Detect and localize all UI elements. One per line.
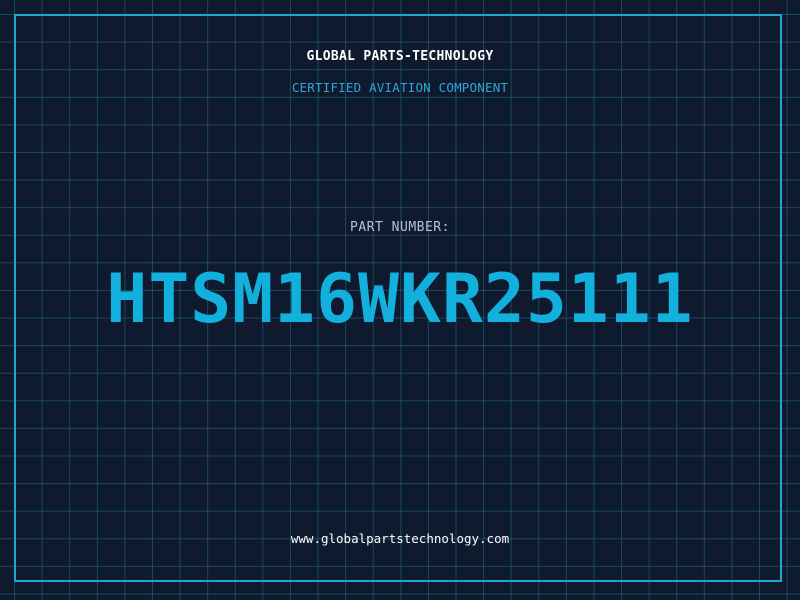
certification-subtitle: CERTIFIED AVIATION COMPONENT xyxy=(291,80,509,95)
website-url: www.globalpartstechnology.com xyxy=(290,531,510,546)
company-name: GLOBAL PARTS-TECHNOLOGY xyxy=(306,49,494,64)
part-number-value: HTSM16WKR25111 xyxy=(106,260,694,339)
part-number-label: PART NUMBER: xyxy=(350,220,450,235)
